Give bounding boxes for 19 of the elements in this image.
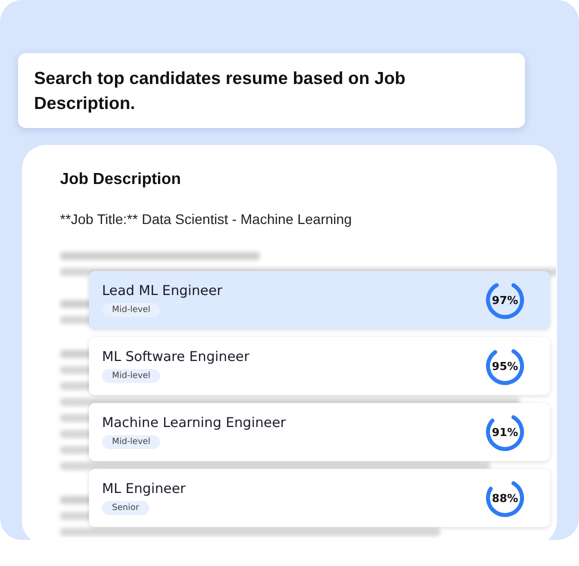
job-heading: Job Description: [60, 171, 182, 189]
match-score: 88%: [492, 492, 518, 504]
match-score: 97%: [492, 294, 518, 306]
seniority-tag: Senior: [102, 501, 150, 515]
job-title-text: **Job Title:** Data Scientist - Machine Learning: [60, 211, 353, 227]
seniority-tag: Mid-level: [102, 303, 160, 317]
candidate-card[interactable]: Lead ML Engineer Mid-level 97%: [89, 271, 550, 329]
candidate-card[interactable]: ML Engineer Senior 88%: [89, 469, 550, 527]
candidate-title: ML Software Engineer: [102, 349, 250, 365]
prompt-text: Search top candidates resume based on Job Description.: [34, 67, 406, 115]
seniority-tag: Mid-level: [102, 369, 160, 383]
candidate-title: Machine Learning Engineer: [102, 415, 286, 431]
seniority-tag: Mid-level: [102, 435, 160, 449]
candidate-title: Lead ML Engineer: [102, 283, 222, 299]
match-score: 95%: [492, 360, 518, 372]
candidate-card[interactable]: Machine Learning Engineer Mid-level 91%: [89, 403, 550, 461]
match-score: 91%: [492, 426, 518, 438]
candidate-title: ML Engineer: [102, 481, 186, 497]
candidate-card[interactable]: ML Software Engineer Mid-level 95%: [89, 337, 550, 395]
